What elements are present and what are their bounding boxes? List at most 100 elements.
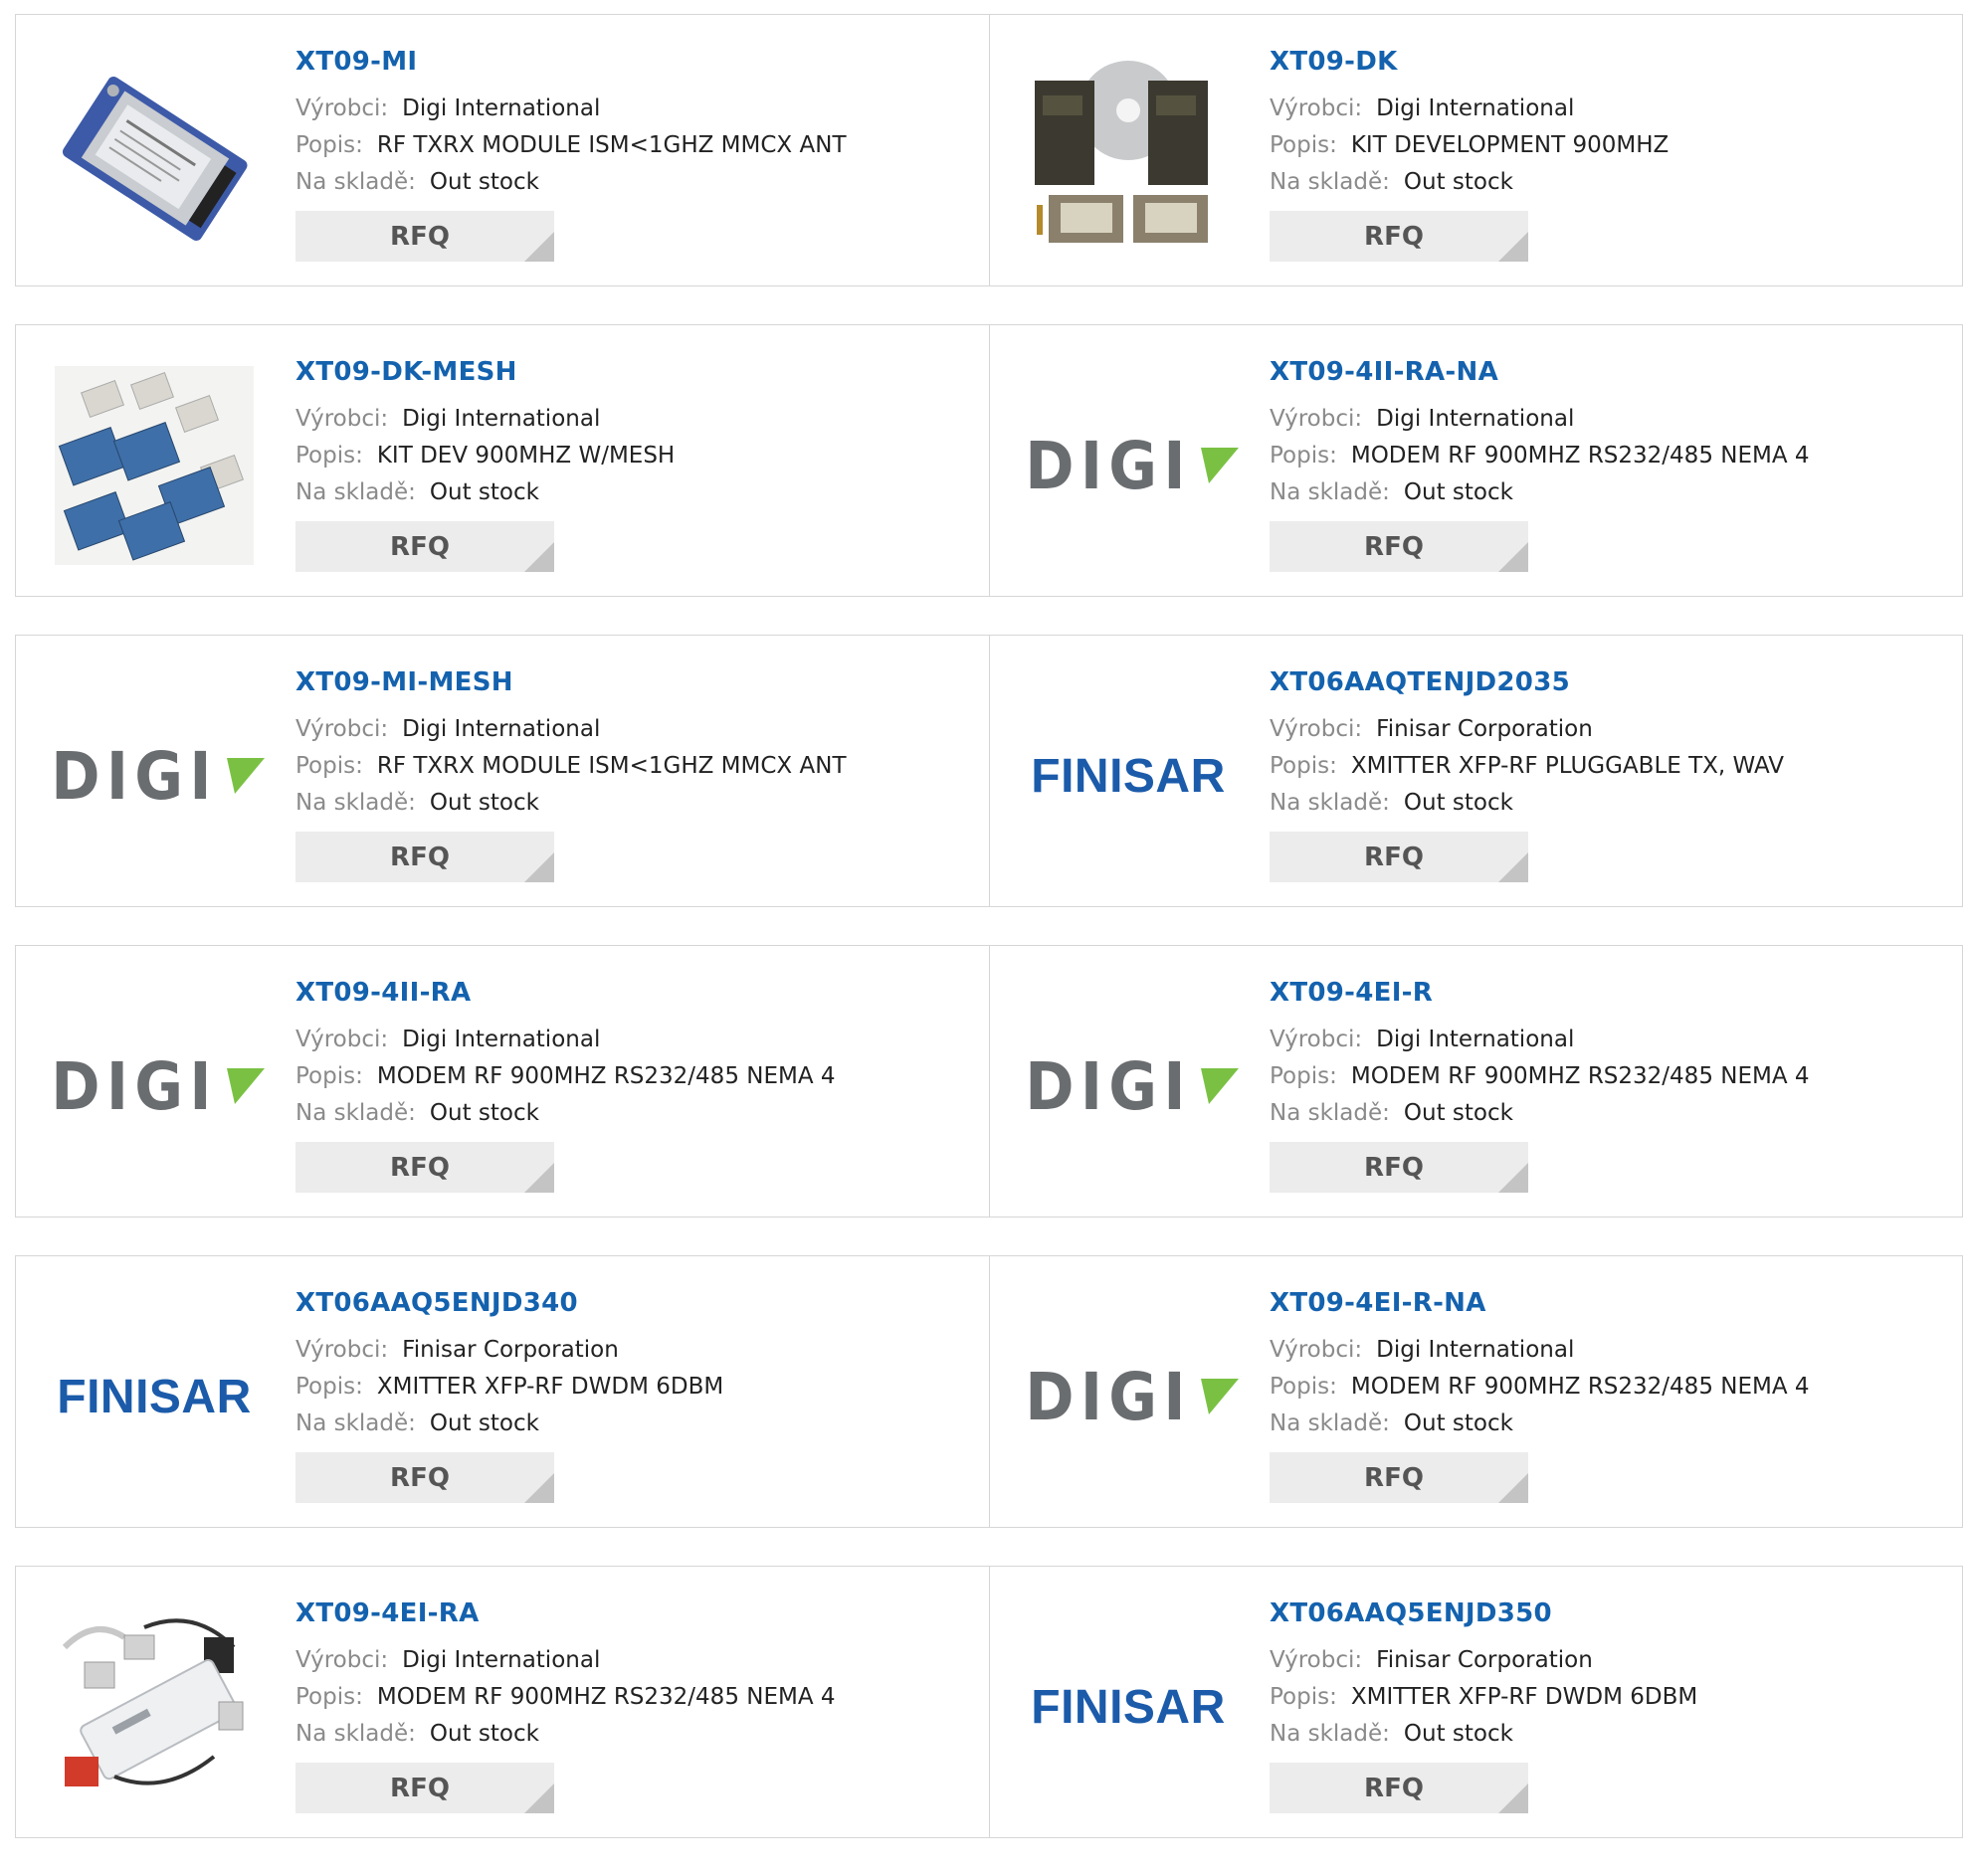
stock-label: Na skladě: [1270, 1721, 1390, 1747]
rfq-button[interactable]: RFQ [295, 211, 554, 262]
rfq-label: RFQ [390, 1152, 450, 1183]
rfq-button[interactable]: RFQ [1270, 1142, 1528, 1193]
part-number-link[interactable]: XT06AAQTENJD2035 [1270, 665, 1952, 711]
rfq-button[interactable]: RFQ [295, 521, 554, 572]
rfq-label: RFQ [1364, 531, 1424, 562]
digi-logo-text: DIGI [1025, 1047, 1192, 1125]
product-card: DIGI XT09-4II-RA Výrobci: Digi Internatio… [16, 946, 989, 1217]
product-image-modem-kit[interactable] [54, 1606, 255, 1807]
product-row: XT09-4EI-RA Výrobci: Digi International P… [15, 1566, 1963, 1838]
stock-label: Na skladě: [295, 1100, 416, 1126]
part-number-link[interactable]: XT09-DK [1270, 45, 1952, 91]
manufacturer-label: Výrobci: [1270, 1027, 1363, 1052]
digi-logo[interactable]: DIGI [1025, 365, 1240, 566]
manufacturer-label: Výrobci: [295, 1337, 389, 1363]
stock-value: Out stock [429, 1100, 539, 1126]
part-number-link[interactable]: XT06AAQ5ENJD350 [1270, 1596, 1952, 1642]
corner-decoration [524, 1473, 554, 1503]
digi-logo[interactable]: DIGI [51, 675, 266, 876]
product-image-mesh-kit[interactable] [54, 365, 255, 566]
rfq-label: RFQ [1364, 221, 1424, 252]
product-card: FINISAR XT06AAQ5ENJD340 Výrobci: Finisar … [16, 1256, 989, 1527]
description-value: XMITTER XFP-RF PLUGGABLE TX, WAV [1350, 753, 1785, 779]
stock-label: Na skladě: [1270, 479, 1390, 505]
description-value: RF TXRX MODULE ISM<1GHZ MMCX ANT [376, 132, 847, 158]
stock-label: Na skladě: [295, 1410, 416, 1436]
rfq-button[interactable]: RFQ [1270, 1452, 1528, 1503]
corner-decoration [1498, 542, 1528, 572]
product-row: DIGI XT09-MI-MESH Výrobci: Digi Internati… [15, 635, 1963, 907]
finisar-logo[interactable]: FINISAR [1028, 1606, 1229, 1807]
product-grid: XT09-MI Výrobci: Digi International Popis… [15, 14, 1963, 1876]
digi-logo-text: DIGI [1025, 1358, 1192, 1435]
digi-logo-mark [227, 758, 266, 794]
description-label: Popis: [295, 1684, 363, 1710]
rfq-button[interactable]: RFQ [295, 1452, 554, 1503]
product-card: DIGI XT09-4EI-R-NA Výrobci: Digi Internat… [989, 1256, 1962, 1527]
part-number-link[interactable]: XT09-4II-RA [295, 976, 979, 1022]
part-number-link[interactable]: XT06AAQ5ENJD340 [295, 1286, 979, 1332]
manufacturer-value: Finisar Corporation [1376, 716, 1593, 742]
manufacturer-value: Digi International [1376, 1027, 1575, 1052]
manufacturer-value: Digi International [1376, 95, 1575, 121]
product-row: DIGI XT09-4II-RA Výrobci: Digi Internatio… [15, 945, 1963, 1218]
corner-decoration [1498, 852, 1528, 882]
description-label: Popis: [1270, 443, 1337, 469]
finisar-logo[interactable]: FINISAR [1028, 675, 1229, 876]
part-number-link[interactable]: XT09-DK-MESH [295, 355, 979, 401]
manufacturer-value: Finisar Corporation [402, 1337, 619, 1363]
product-card: XT09-MI Výrobci: Digi International Popis… [16, 15, 989, 285]
rfq-button[interactable]: RFQ [1270, 521, 1528, 572]
description-value: MODEM RF 900MHZ RS232/485 NEMA 4 [376, 1684, 836, 1710]
part-number-link[interactable]: XT09-MI-MESH [295, 665, 979, 711]
rfq-button[interactable]: RFQ [1270, 211, 1528, 262]
stock-value: Out stock [429, 479, 539, 505]
description-value: MODEM RF 900MHZ RS232/485 NEMA 4 [376, 1063, 836, 1089]
stock-label: Na skladě: [1270, 1410, 1390, 1436]
description-label: Popis: [295, 1374, 363, 1400]
part-number-link[interactable]: XT09-4II-RA-NA [1270, 355, 1952, 401]
description-label: Popis: [1270, 753, 1337, 779]
description-label: Popis: [1270, 1063, 1337, 1089]
part-number-link[interactable]: XT09-4EI-R-NA [1270, 1286, 1952, 1332]
stock-value: Out stock [429, 169, 539, 195]
description-value: MODEM RF 900MHZ RS232/485 NEMA 4 [1350, 443, 1810, 469]
product-image-rf-module[interactable] [54, 55, 255, 256]
product-card: FINISAR XT06AAQTENJD2035 Výrobci: Finisar… [989, 636, 1962, 906]
part-number-link[interactable]: XT09-MI [295, 45, 979, 91]
manufacturer-label: Výrobci: [1270, 95, 1363, 121]
manufacturer-label: Výrobci: [295, 406, 389, 432]
rfq-button[interactable]: RFQ [1270, 832, 1528, 882]
stock-label: Na skladě: [1270, 1100, 1390, 1126]
corner-decoration [524, 1783, 554, 1813]
description-label: Popis: [295, 1063, 363, 1089]
rfq-button[interactable]: RFQ [1270, 1763, 1528, 1813]
digi-logo-text: DIGI [1025, 427, 1192, 504]
stock-label: Na skladě: [295, 479, 416, 505]
stock-value: Out stock [1403, 790, 1513, 816]
rfq-button[interactable]: RFQ [295, 1763, 554, 1813]
description-value: KIT DEV 900MHZ W/MESH [376, 443, 676, 469]
rfq-button[interactable]: RFQ [295, 1142, 554, 1193]
product-card: DIGI XT09-4EI-R Výrobci: Digi Internation… [989, 946, 1962, 1217]
part-number-link[interactable]: XT09-4EI-RA [295, 1596, 979, 1642]
description-value: XMITTER XFP-RF DWDM 6DBM [1350, 1684, 1698, 1710]
product-row: XT09-DK-MESH Výrobci: Digi International … [15, 324, 1963, 597]
finisar-logo[interactable]: FINISAR [54, 1296, 255, 1497]
rfq-label: RFQ [1364, 1773, 1424, 1803]
manufacturer-label: Výrobci: [295, 716, 389, 742]
part-number-link[interactable]: XT09-4EI-R [1270, 976, 1952, 1022]
stock-value: Out stock [1403, 1410, 1513, 1436]
product-image-dev-kit[interactable] [1028, 55, 1229, 256]
rfq-button[interactable]: RFQ [295, 832, 554, 882]
digi-logo[interactable]: DIGI [51, 986, 266, 1187]
description-label: Popis: [295, 753, 363, 779]
manufacturer-value: Finisar Corporation [1376, 1647, 1593, 1673]
corner-decoration [1498, 1163, 1528, 1193]
digi-logo[interactable]: DIGI [1025, 986, 1240, 1187]
manufacturer-label: Výrobci: [295, 1027, 389, 1052]
stock-value: Out stock [1403, 1721, 1513, 1747]
manufacturer-label: Výrobci: [295, 95, 389, 121]
rfq-label: RFQ [1364, 842, 1424, 872]
digi-logo[interactable]: DIGI [1025, 1296, 1240, 1497]
